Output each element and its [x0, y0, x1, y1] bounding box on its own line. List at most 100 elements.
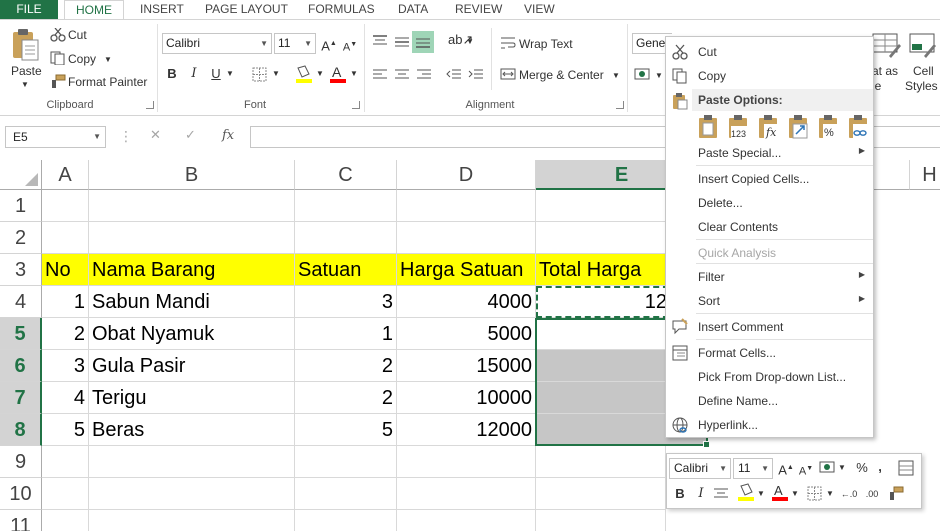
cell[interactable]: [89, 510, 295, 531]
row-header-2[interactable]: 2: [0, 222, 42, 254]
tab-review[interactable]: REVIEW: [455, 0, 502, 19]
table-cell-satuan[interactable]: 1: [295, 318, 397, 350]
table-cell-nama[interactable]: Sabun Mandi: [89, 286, 295, 318]
fill-color-dropdown-icon[interactable]: ▼: [316, 69, 324, 78]
table-cell-nama[interactable]: Gula Pasir: [89, 350, 295, 382]
mini-decrease-font-button[interactable]: A▼: [797, 459, 815, 479]
table-cell-no[interactable]: 1: [42, 286, 89, 318]
context-menu-insert-copied-cells[interactable]: Insert Copied Cells...: [666, 167, 873, 191]
cell[interactable]: [42, 446, 89, 478]
wrap-text-button[interactable]: Wrap Text: [519, 37, 573, 51]
merge-dropdown-icon[interactable]: ▼: [612, 71, 620, 80]
cell-styles-button[interactable]: Cell: [913, 64, 934, 78]
italic-button[interactable]: I: [184, 64, 204, 84]
mini-comma-button[interactable]: ,: [873, 457, 887, 477]
accounting-dropdown-icon[interactable]: ▼: [655, 71, 663, 80]
paste-icon[interactable]: [696, 114, 720, 140]
table-cell-nama[interactable]: Beras: [89, 414, 295, 446]
font-launcher-icon[interactable]: [352, 101, 360, 109]
header-cell-no[interactable]: No: [42, 254, 89, 286]
mini-italic-button[interactable]: I: [693, 484, 709, 504]
mini-font-color-dropdown-icon[interactable]: ▼: [790, 484, 800, 504]
table-cell-no[interactable]: 4: [42, 382, 89, 414]
bold-button[interactable]: B: [162, 64, 182, 84]
table-cell-harga[interactable]: 15000: [397, 350, 536, 382]
row-header-4[interactable]: 4: [0, 286, 42, 318]
context-menu-hyperlink[interactable]: Hyperlink...: [666, 413, 873, 437]
header-cell-nama-barang[interactable]: Nama Barang: [89, 254, 295, 286]
enter-formula-button[interactable]: ✓: [185, 127, 196, 143]
cell[interactable]: [42, 478, 89, 510]
bottom-align-button[interactable]: [412, 31, 434, 53]
borders-icon[interactable]: [807, 486, 823, 502]
accounting-format-icon[interactable]: [819, 460, 837, 476]
font-size-select[interactable]: 11 ▼: [274, 33, 316, 54]
cell[interactable]: [295, 222, 397, 254]
mini-accounting-dropdown-icon[interactable]: ▼: [837, 458, 847, 478]
row-header-10[interactable]: 10: [0, 478, 42, 510]
table-cell-nama[interactable]: Terigu: [89, 382, 295, 414]
paste-transpose-icon[interactable]: [786, 114, 810, 140]
context-menu-copy[interactable]: Copy: [666, 64, 873, 88]
cell[interactable]: [89, 222, 295, 254]
increase-decimal-button[interactable]: ←.0: [839, 484, 859, 504]
context-menu-format-cells[interactable]: Format Cells...: [666, 341, 873, 365]
context-menu-paste-special[interactable]: Paste Special... ▶: [666, 141, 873, 165]
font-name-select[interactable]: Calibri ▼: [162, 33, 272, 54]
cell[interactable]: [295, 190, 397, 222]
row-header-7[interactable]: 7: [0, 382, 42, 414]
paste-values-icon[interactable]: 123: [726, 114, 750, 140]
table-cell-harga[interactable]: 12000: [397, 414, 536, 446]
row-header-5[interactable]: 5: [0, 318, 42, 350]
cut-button[interactable]: Cut: [68, 28, 87, 42]
context-menu-filter[interactable]: Filter ▶: [666, 265, 873, 289]
cell[interactable]: [397, 478, 536, 510]
cancel-formula-button[interactable]: ✕: [150, 127, 161, 143]
table-cell-no[interactable]: 5: [42, 414, 89, 446]
mini-percent-button[interactable]: %: [853, 458, 871, 478]
cell[interactable]: [397, 510, 536, 531]
format-painter-icon[interactable]: [887, 486, 905, 502]
mini-size-select[interactable]: 11 ▼: [733, 458, 773, 479]
cell-styles-icon[interactable]: [908, 30, 938, 60]
top-align-icon[interactable]: [372, 34, 388, 48]
table-cell-nama[interactable]: Obat Nyamuk: [89, 318, 295, 350]
cell[interactable]: [295, 446, 397, 478]
increase-indent-icon[interactable]: [468, 68, 484, 82]
table-cell-no[interactable]: 2: [42, 318, 89, 350]
align-right-icon[interactable]: [416, 68, 432, 82]
decrease-indent-icon[interactable]: [446, 68, 462, 82]
copy-button[interactable]: Copy: [68, 52, 96, 66]
tab-data[interactable]: DATA: [398, 0, 428, 19]
align-center-icon[interactable]: [394, 68, 410, 82]
cell[interactable]: [42, 222, 89, 254]
align-left-icon[interactable]: [372, 68, 388, 82]
fill-color-icon[interactable]: [294, 64, 314, 84]
clipboard-launcher-icon[interactable]: [146, 101, 154, 109]
context-menu-pick-from-dropdown[interactable]: Pick From Drop-down List...: [666, 365, 873, 389]
borders-icon[interactable]: [252, 67, 268, 83]
borders-dropdown-icon[interactable]: ▼: [272, 69, 280, 78]
fill-handle[interactable]: [703, 441, 710, 448]
row-header-9[interactable]: 9: [0, 446, 42, 478]
tab-home[interactable]: HOME: [64, 0, 124, 20]
table-cell-harga[interactable]: 5000: [397, 318, 536, 350]
cell[interactable]: [89, 190, 295, 222]
format-as-table-icon[interactable]: [871, 30, 901, 60]
context-menu-clear-contents[interactable]: Clear Contents: [666, 215, 873, 239]
row-header-11[interactable]: 11: [0, 510, 42, 531]
context-menu-insert-comment[interactable]: Insert Comment: [666, 315, 873, 339]
tab-page-layout[interactable]: PAGE LAYOUT: [205, 0, 288, 19]
cell[interactable]: [42, 510, 89, 531]
table-cell-satuan[interactable]: 2: [295, 350, 397, 382]
context-menu-cut[interactable]: Cut: [666, 40, 873, 64]
context-menu-sort[interactable]: Sort ▶: [666, 289, 873, 313]
mini-increase-font-button[interactable]: A▲: [777, 458, 795, 478]
row-header-8[interactable]: 8: [0, 414, 42, 446]
font-color-icon[interactable]: A: [771, 483, 789, 503]
decrease-decimal-button[interactable]: .00: [862, 484, 882, 504]
row-header-6[interactable]: 6: [0, 350, 42, 382]
paste-dropdown-icon[interactable]: ▼: [21, 80, 29, 89]
merge-center-button[interactable]: Merge & Center: [519, 68, 604, 82]
underline-button[interactable]: U: [206, 64, 226, 84]
